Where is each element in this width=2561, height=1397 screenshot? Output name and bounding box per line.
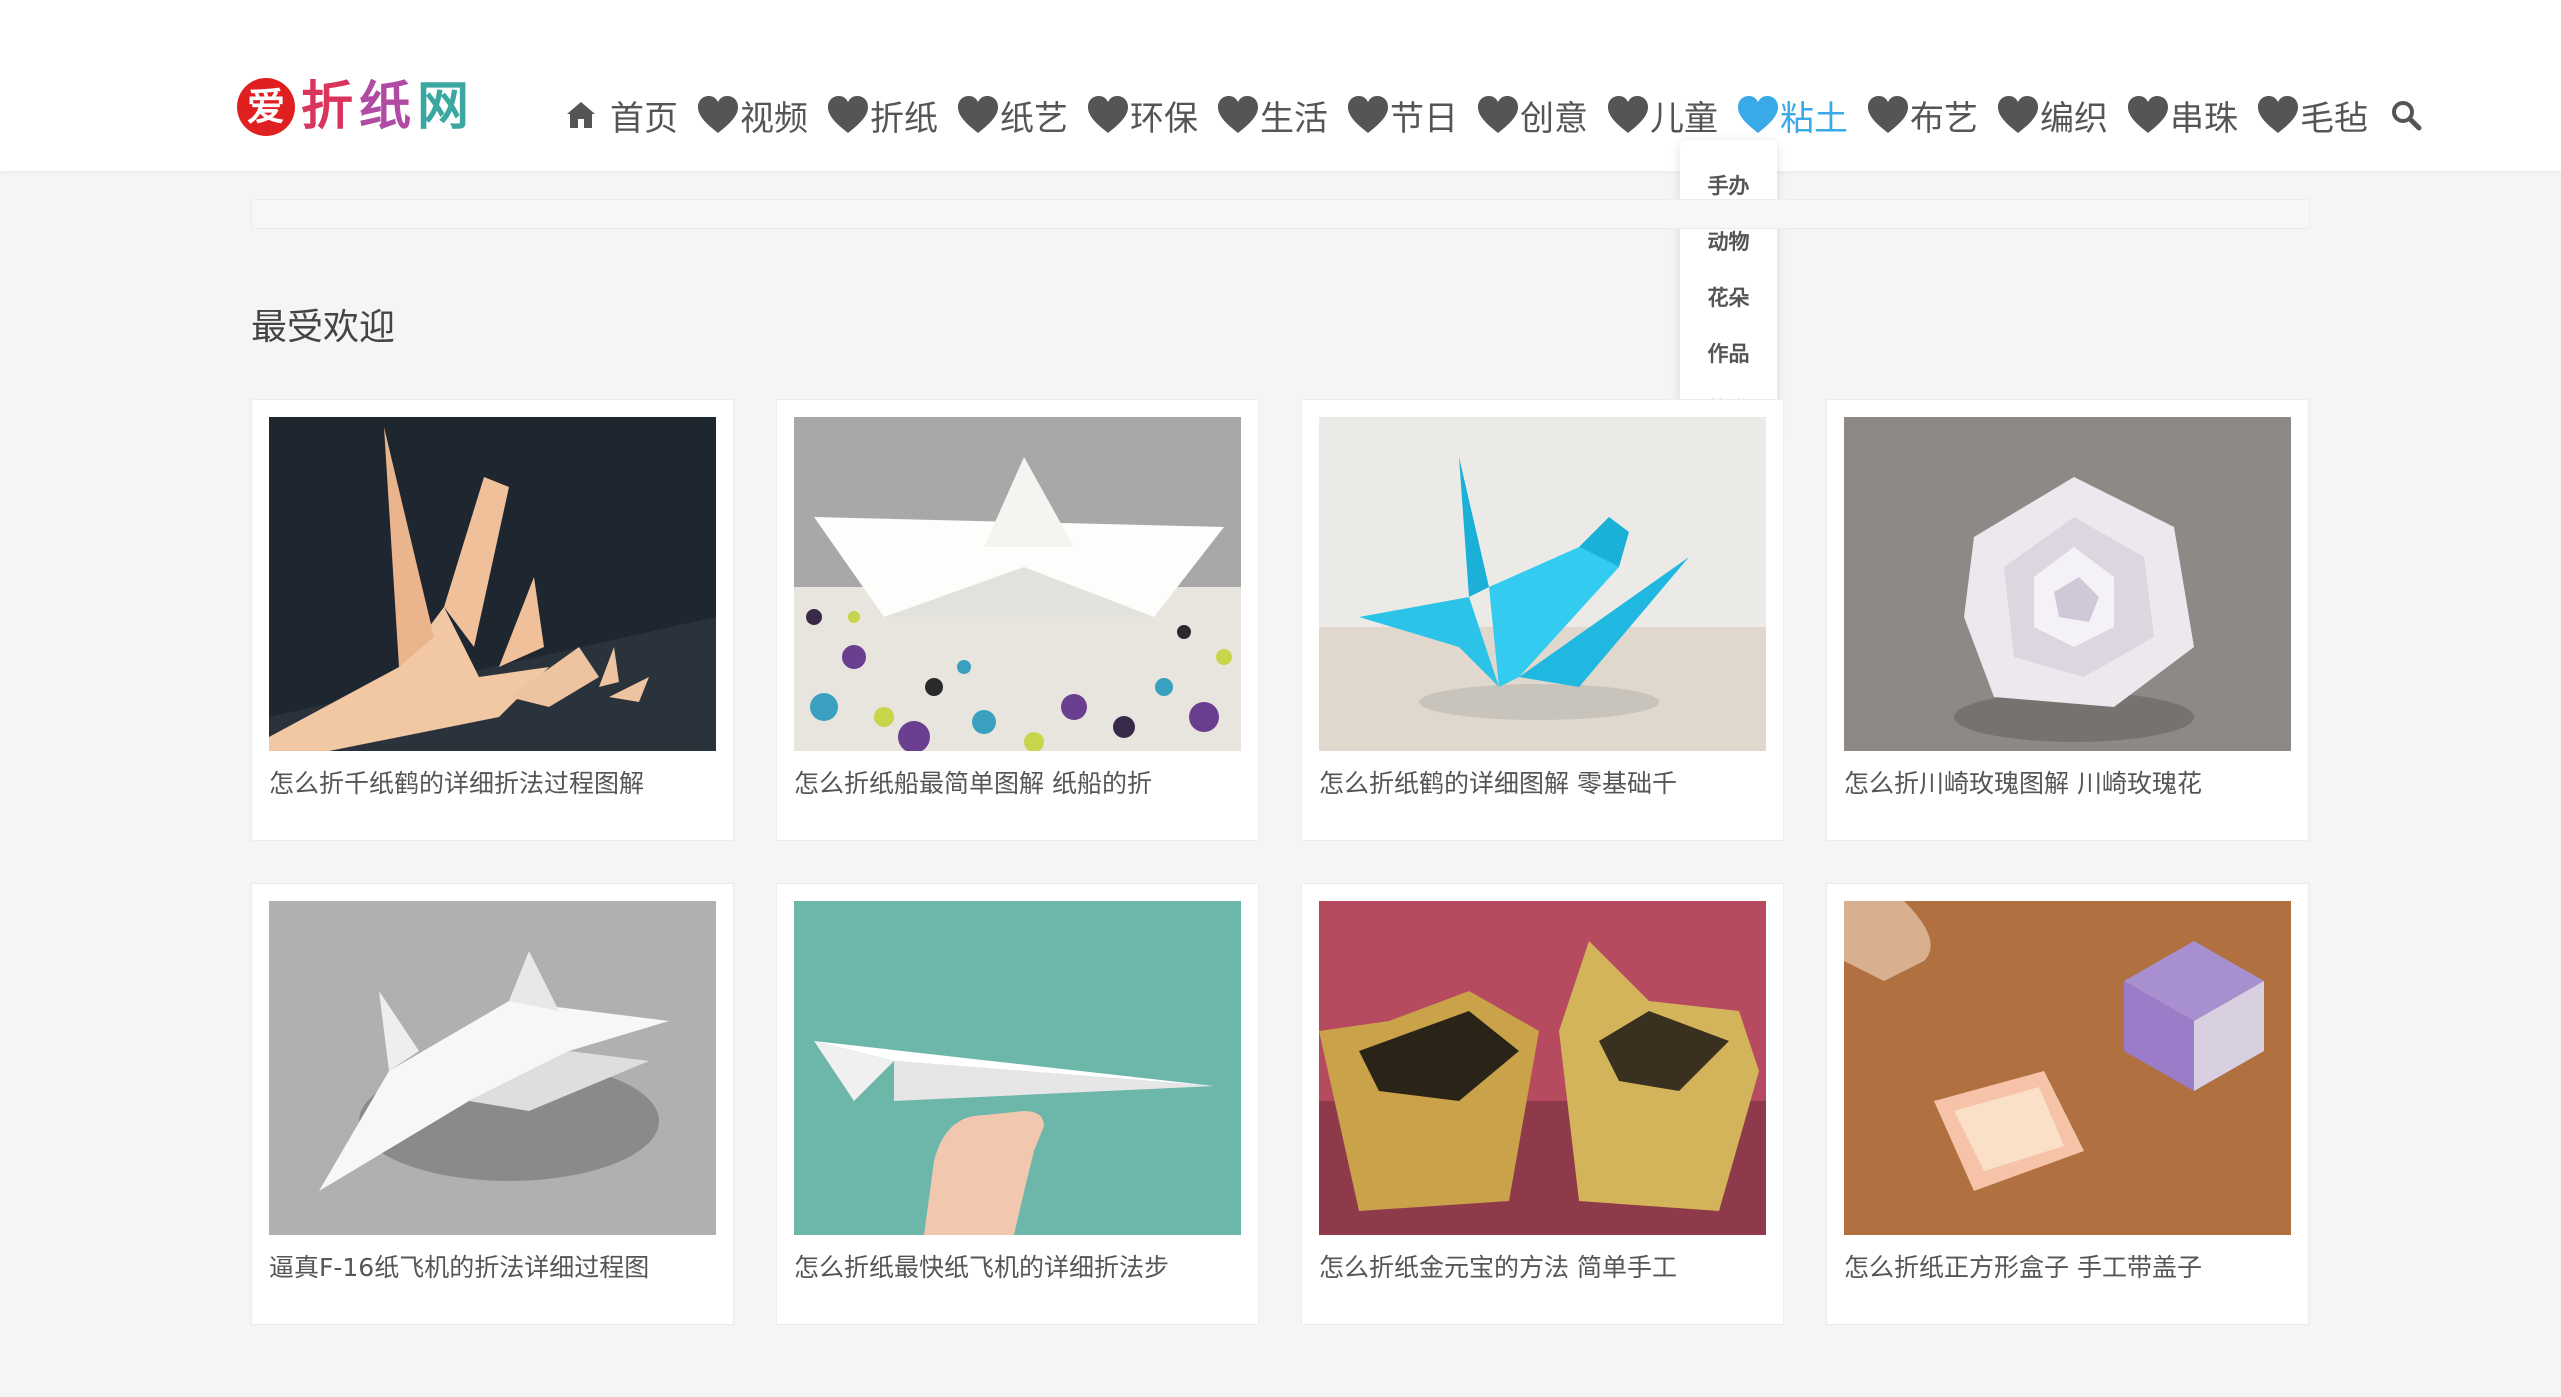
nav-item-kids[interactable]: 儿童: [1606, 85, 1718, 145]
nav-item-label: 纸艺: [1000, 98, 1068, 139]
section-title: 最受欢迎: [251, 307, 396, 348]
heart-icon: [2258, 96, 2298, 133]
heart-icon: [1348, 96, 1388, 133]
nav-item-clay[interactable]: 粘土: [1736, 85, 1848, 145]
dropdown-item-flower[interactable]: 花朵: [1680, 270, 1777, 326]
nav-item-label: 粘土: [1780, 98, 1848, 139]
article-thumbnail[interactable]: [794, 901, 1241, 1235]
article-card[interactable]: 怎么折纸鹤的详细图解 零基础千: [1301, 399, 1784, 841]
main-nav: 首页 视频 折纸 纸艺 环保 生活 节日 创意 儿童 粘土 布艺 编织 串珠 毛…: [560, 85, 2422, 145]
nav-item-label: 串珠: [2170, 98, 2238, 139]
fast-paper-plane-image: [794, 901, 1241, 1235]
nav-item-life[interactable]: 生活: [1216, 85, 1328, 145]
article-thumbnail[interactable]: [1319, 417, 1766, 751]
nav-item-festival[interactable]: 节日: [1346, 85, 1458, 145]
nav-item-label: 折纸: [870, 98, 938, 139]
logo-badge: 爱: [237, 78, 295, 136]
heart-icon: [958, 96, 998, 133]
site-logo[interactable]: 爱 折 纸 网: [237, 77, 469, 137]
heart-icon: [1738, 96, 1778, 133]
article-card[interactable]: 怎么折纸最快纸飞机的详细折法步: [776, 883, 1259, 1325]
nav-item-creative[interactable]: 创意: [1476, 85, 1588, 145]
nav-item-label: 节日: [1390, 98, 1458, 139]
f16-paper-plane-image: [269, 901, 716, 1235]
article-card[interactable]: 怎么折纸船最简单图解 纸船的折: [776, 399, 1259, 841]
article-thumbnail[interactable]: [269, 901, 716, 1235]
nav-item-fabric[interactable]: 布艺: [1866, 85, 1978, 145]
home-icon: [567, 102, 595, 128]
article-card[interactable]: 逼真F-16纸飞机的折法详细过程图: [251, 883, 734, 1325]
nav-item-felt[interactable]: 毛毡: [2256, 85, 2368, 145]
nav-item-video[interactable]: 视频: [696, 85, 808, 145]
heart-icon: [2128, 96, 2168, 133]
nav-item-beading[interactable]: 串珠: [2126, 85, 2238, 145]
article-title[interactable]: 怎么折纸鹤的详细图解 零基础千: [1319, 764, 1766, 800]
article-title[interactable]: 怎么折千纸鹤的详细折法过程图解: [269, 764, 716, 800]
article-title[interactable]: 怎么折纸正方形盒子 手工带盖子: [1844, 1248, 2291, 1284]
article-card[interactable]: 怎么折千纸鹤的详细折法过程图解: [251, 399, 734, 841]
origami-crane-image: [269, 417, 716, 751]
nav-item-eco[interactable]: 环保: [1086, 85, 1198, 145]
article-card[interactable]: 怎么折纸金元宝的方法 简单手工: [1301, 883, 1784, 1325]
heart-icon: [1998, 96, 2038, 133]
paper-box-image: [1844, 901, 2291, 1235]
logo-char: 折: [301, 77, 354, 137]
article-thumbnail[interactable]: [1844, 417, 2291, 751]
nav-item-label: 布艺: [1910, 98, 1978, 139]
dropdown-item-works[interactable]: 作品: [1680, 326, 1777, 382]
article-card[interactable]: 怎么折纸正方形盒子 手工带盖子: [1826, 883, 2309, 1325]
article-thumbnail[interactable]: [1844, 901, 2291, 1235]
article-card[interactable]: 怎么折川崎玫瑰图解 川崎玫瑰花: [1826, 399, 2309, 841]
article-thumbnail[interactable]: [794, 417, 1241, 751]
article-title[interactable]: 逼真F-16纸飞机的折法详细过程图: [269, 1248, 716, 1284]
nav-item-label: 儿童: [1650, 98, 1718, 139]
heart-icon: [1088, 96, 1128, 133]
article-thumbnail[interactable]: [269, 417, 716, 751]
heart-icon: [698, 96, 738, 133]
nav-item-label: 首页: [610, 98, 678, 139]
nav-item-origami[interactable]: 折纸: [826, 85, 938, 145]
kawasaki-rose-image: [1844, 417, 2291, 751]
paper-boat-image: [794, 417, 1241, 751]
article-title[interactable]: 怎么折纸最快纸飞机的详细折法步: [794, 1248, 1241, 1284]
article-thumbnail[interactable]: [1319, 901, 1766, 1235]
nav-item-label: 创意: [1520, 98, 1588, 139]
nav-item-label: 毛毡: [2300, 98, 2368, 139]
heart-icon: [1478, 96, 1518, 133]
nav-item-label: 编织: [2040, 98, 2108, 139]
nav-item-paper-art[interactable]: 纸艺: [956, 85, 1068, 145]
nav-item-label: 环保: [1130, 98, 1198, 139]
clay-dropdown-menu: 手办 动物 花朵 作品 软陶: [1680, 140, 1777, 440]
nav-item-home[interactable]: 首页: [560, 85, 678, 145]
heart-icon: [1218, 96, 1258, 133]
search-icon[interactable]: [2390, 99, 2422, 131]
heart-icon: [828, 96, 868, 133]
blue-paper-crane-image: [1319, 417, 1766, 751]
nav-item-label: 视频: [740, 98, 808, 139]
nav-item-knitting[interactable]: 编织: [1996, 85, 2108, 145]
site-header: 爱 折 纸 网 首页 视频 折纸 纸艺 环保 生活 节日 创意 儿童 粘土 布艺…: [0, 0, 2561, 171]
gold-ingot-image: [1319, 901, 1766, 1235]
heart-icon: [1868, 96, 1908, 133]
logo-char: 纸: [359, 77, 412, 137]
banner-strip: [251, 199, 2310, 229]
logo-char: 网: [417, 77, 470, 137]
heart-icon: [1608, 96, 1648, 133]
article-title[interactable]: 怎么折纸金元宝的方法 简单手工: [1319, 1248, 1766, 1284]
article-title[interactable]: 怎么折川崎玫瑰图解 川崎玫瑰花: [1844, 764, 2291, 800]
nav-item-label: 生活: [1260, 98, 1328, 139]
article-title[interactable]: 怎么折纸船最简单图解 纸船的折: [794, 764, 1241, 800]
